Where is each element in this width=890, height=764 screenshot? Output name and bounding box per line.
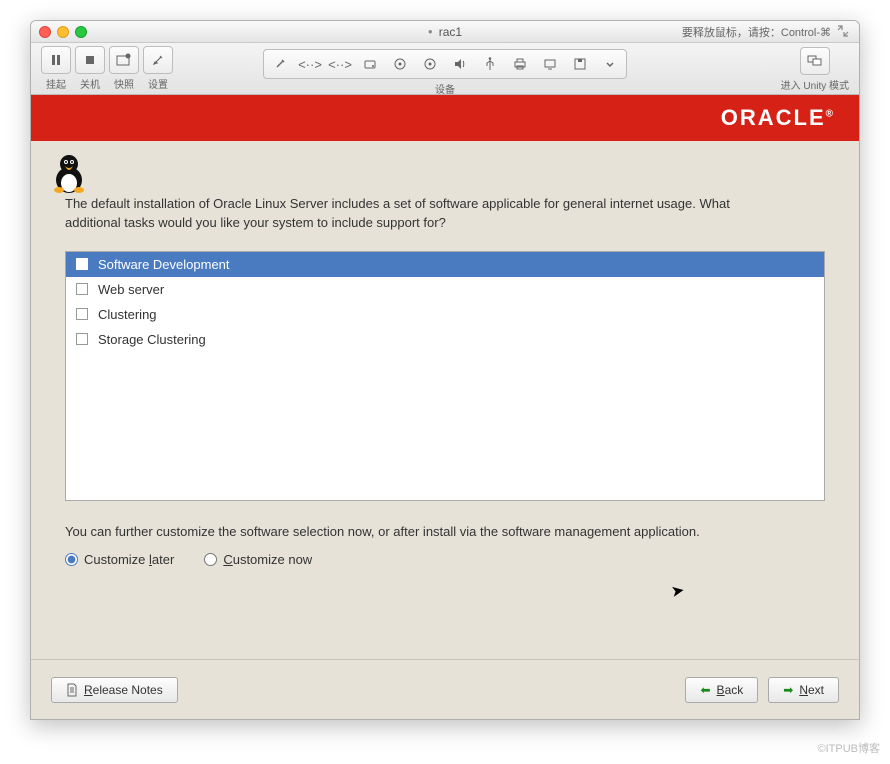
network2-icon[interactable]: <··> bbox=[326, 52, 354, 76]
poweroff-button[interactable] bbox=[75, 46, 105, 74]
back-button[interactable]: ⬅ Back bbox=[685, 677, 758, 703]
customize-radio-group: Customize later Customize now bbox=[65, 552, 825, 567]
cd1-icon[interactable] bbox=[386, 52, 414, 76]
intro-text: The default installation of Oracle Linux… bbox=[65, 195, 785, 233]
network1-icon[interactable]: <··> bbox=[296, 52, 324, 76]
devices-label: 设备 bbox=[435, 81, 455, 96]
zoom-icon[interactable] bbox=[75, 26, 87, 38]
snapshot-label: 快照 bbox=[114, 76, 134, 91]
display-icon[interactable] bbox=[536, 52, 564, 76]
wizard-footer: Release Notes ⬅ Back ➡ Next bbox=[31, 659, 859, 719]
checkbox-icon[interactable] bbox=[76, 258, 88, 270]
mouse-cursor-icon: ➤ bbox=[669, 580, 686, 602]
oracle-banner: ORACLE® bbox=[31, 95, 859, 141]
dirty-dot-icon: ● bbox=[428, 27, 433, 36]
arrow-left-icon: ⬅ bbox=[700, 683, 710, 697]
traffic-lights bbox=[39, 26, 87, 38]
tools-icon[interactable] bbox=[266, 52, 294, 76]
sound-icon[interactable] bbox=[446, 52, 474, 76]
mouse-release-hint: 要释放鼠标，请按：Control-⌘ bbox=[682, 21, 849, 43]
settings-button[interactable] bbox=[143, 46, 173, 74]
checkbox-icon[interactable] bbox=[76, 308, 88, 320]
checkbox-icon[interactable] bbox=[76, 333, 88, 345]
expand-icon[interactable] bbox=[837, 25, 849, 40]
minimize-icon[interactable] bbox=[57, 26, 69, 38]
tux-icon bbox=[49, 150, 89, 197]
unity-label: 进入 Unity 模式 bbox=[781, 77, 849, 92]
customize-now-radio[interactable]: Customize now bbox=[204, 552, 312, 567]
vm-window: ● rac1 要释放鼠标，请按：Control-⌘ 挂起 关机 bbox=[30, 20, 860, 720]
list-item-label: Web server bbox=[98, 282, 164, 297]
devices-bar: <··> <··> bbox=[263, 49, 627, 79]
titlebar: ● rac1 要释放鼠标，请按：Control-⌘ bbox=[31, 21, 859, 43]
suspend-label: 挂起 bbox=[46, 76, 66, 91]
checkbox-icon[interactable] bbox=[76, 283, 88, 295]
usb-icon[interactable] bbox=[476, 52, 504, 76]
vm-toolbar: 挂起 关机 快照 设置 <··> <··> bbox=[31, 43, 859, 95]
customize-later-radio[interactable]: Customize later bbox=[65, 552, 174, 567]
cd2-icon[interactable] bbox=[416, 52, 444, 76]
floppy-icon[interactable] bbox=[566, 52, 594, 76]
list-item[interactable]: Storage Clustering bbox=[66, 327, 824, 352]
unity-button[interactable] bbox=[800, 47, 830, 75]
document-icon bbox=[66, 683, 78, 697]
close-icon[interactable] bbox=[39, 26, 51, 38]
list-item-label: Storage Clustering bbox=[98, 332, 206, 347]
list-item[interactable]: Clustering bbox=[66, 302, 824, 327]
list-item-label: Software Development bbox=[98, 257, 230, 272]
list-item-label: Clustering bbox=[98, 307, 157, 322]
installer-content: The default installation of Oracle Linux… bbox=[31, 141, 859, 567]
next-button[interactable]: ➡ Next bbox=[768, 677, 839, 703]
settings-label: 设置 bbox=[148, 76, 168, 91]
installer: ORACLE® The default installation of Orac… bbox=[31, 95, 859, 719]
harddisk-icon[interactable] bbox=[356, 52, 384, 76]
oracle-logo: ORACLE® bbox=[721, 105, 835, 131]
arrow-right-icon: ➡ bbox=[783, 683, 793, 697]
suspend-button[interactable] bbox=[41, 46, 71, 74]
software-options-list[interactable]: Software Development Web server Clusteri… bbox=[65, 251, 825, 501]
list-item[interactable]: Software Development bbox=[66, 252, 824, 277]
watermark: ©ITPUB博客 bbox=[818, 740, 881, 756]
snapshot-button[interactable] bbox=[109, 46, 139, 74]
dropdown-icon[interactable] bbox=[596, 52, 624, 76]
printer-icon[interactable] bbox=[506, 52, 534, 76]
customize-text: You can further customize the software s… bbox=[65, 523, 785, 542]
window-title: rac1 bbox=[439, 25, 462, 39]
poweroff-label: 关机 bbox=[80, 76, 100, 91]
list-item[interactable]: Web server bbox=[66, 277, 824, 302]
release-notes-button[interactable]: Release Notes bbox=[51, 677, 178, 703]
